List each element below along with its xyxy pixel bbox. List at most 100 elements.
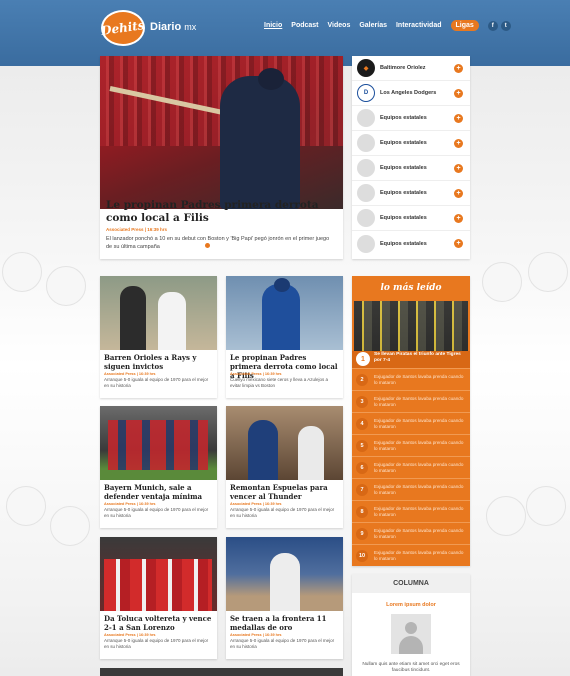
- most-read-image[interactable]: [354, 301, 468, 351]
- news-card[interactable]: Le propinan Padres primera derrota como …: [226, 276, 343, 398]
- author-avatar: [391, 614, 431, 654]
- team-placeholder-logo: [357, 134, 375, 152]
- nav-ligas[interactable]: Ligas: [450, 20, 479, 31]
- baseball-decoration: [482, 262, 522, 302]
- team-item[interactable]: Equipos estatales +: [352, 206, 470, 231]
- news-summary: Arranque 5-0 iguala al equipo de 1970 pa…: [230, 507, 335, 518]
- news-summary: Arranque 5-0 iguala al equipo de 1970 pa…: [230, 638, 335, 649]
- nav-podcast[interactable]: Podcast: [291, 22, 318, 29]
- most-read-title: lo más leído: [380, 283, 442, 293]
- partner-logo[interactable]: Diario mx: [150, 21, 196, 33]
- expand-icon[interactable]: +: [454, 213, 463, 223]
- news-thumbnail[interactable]: [100, 537, 217, 611]
- news-card[interactable]: Da Toluca voltereta y vence 2-1 a San Lo…: [100, 537, 217, 659]
- most-read-item[interactable]: 5 Exjugador de Santos lavaba prenda cuan…: [352, 434, 470, 456]
- most-read-headline: Exjugador de Santos lavaba prenda cuando…: [374, 418, 464, 429]
- most-read-headline: Exjugador de Santos lavaba prenda cuando…: [374, 374, 464, 385]
- team-placeholder-logo: [357, 234, 375, 253]
- team-name: Baltimore Oriolez: [380, 65, 426, 71]
- news-title[interactable]: Remontan Espuelas para vencer al Thunder: [230, 483, 340, 501]
- news-card[interactable]: Bayern Munich, sale a defender ventaja m…: [100, 406, 217, 528]
- news-thumbnail[interactable]: [100, 406, 217, 480]
- partner-name: Diario: [150, 21, 182, 33]
- nav-inicio[interactable]: Inicio: [264, 22, 282, 29]
- most-read-item-top[interactable]: 1 Se llevan Piratas el triunfo ante Tigr…: [352, 351, 470, 368]
- team-name: Equipos estatales: [380, 165, 427, 171]
- featured-author: Associated Press: [106, 227, 144, 232]
- team-item[interactable]: Equipos estatales +: [352, 106, 470, 131]
- baseball-decoration: [6, 486, 46, 526]
- player-figure: [220, 76, 300, 209]
- news-summary: Arranque 5-0 iguala al equipo de 1970 pa…: [104, 507, 209, 518]
- team-item[interactable]: Equipos estatales +: [352, 181, 470, 206]
- player-helmet: [258, 68, 284, 90]
- most-read-headline: Exjugador de Santos lavaba prenda cuando…: [374, 528, 464, 539]
- expand-icon[interactable]: +: [454, 138, 463, 148]
- rank-badge: 8: [356, 506, 368, 518]
- expand-icon[interactable]: +: [454, 63, 463, 73]
- team-placeholder-logo: [357, 159, 375, 177]
- news-title[interactable]: Bayern Munich, sale a defender ventaja m…: [104, 483, 214, 501]
- news-byline: Associated Press | 16:39 hrs: [104, 633, 156, 637]
- news-thumbnail[interactable]: [226, 537, 343, 611]
- featured-story[interactable]: Le propinan Padres primera derrota como …: [100, 56, 343, 259]
- most-read-item[interactable]: 10 Exjugador de Santos lavaba prenda cua…: [352, 544, 470, 566]
- most-read-item[interactable]: 9 Exjugador de Santos lavaba prenda cuan…: [352, 522, 470, 544]
- baseball-decoration: [526, 486, 566, 526]
- news-title[interactable]: Se traen a la frontera 11 medallas de or…: [230, 614, 340, 632]
- news-card[interactable]: Se traen a la frontera 11 medallas de or…: [226, 537, 343, 659]
- expand-icon[interactable]: +: [454, 113, 463, 123]
- rank-badge: 10: [356, 550, 368, 562]
- featured-title[interactable]: Le propinan Padres primera derrota como …: [106, 199, 336, 225]
- most-read-headline: Exjugador de Santos lavaba prenda cuando…: [374, 462, 464, 473]
- featured-image[interactable]: [100, 56, 343, 209]
- team-item[interactable]: Equipos estatales +: [352, 231, 470, 256]
- team-item[interactable]: Equipos estatales +: [352, 156, 470, 181]
- teams-sidebar: ◆ Baltimore Oriolez + D Los Angeles Dodg…: [352, 56, 470, 259]
- columna-heading: COLUMNA: [352, 574, 470, 593]
- main-nav: Inicio Podcast Videos Galerías Interacti…: [264, 20, 511, 31]
- news-thumbnail[interactable]: [226, 276, 343, 350]
- most-read-headline: Se llevan Piratas el triunfo ante Tigres…: [374, 352, 461, 363]
- team-item[interactable]: D Los Angeles Dodgers +: [352, 81, 470, 106]
- partner-suffix: mx: [184, 22, 197, 32]
- news-thumbnail[interactable]: [100, 276, 217, 350]
- featured-byline: Associated Press | 16:39 hrs: [106, 227, 168, 232]
- avatar-head: [405, 622, 417, 634]
- expand-icon[interactable]: +: [454, 163, 463, 173]
- team-placeholder-logo: [357, 184, 375, 202]
- team-placeholder-logo: [357, 209, 375, 227]
- baseball-decoration: [486, 496, 526, 536]
- most-read-item[interactable]: 6 Exjugador de Santos lavaba prenda cuan…: [352, 456, 470, 478]
- most-read-item[interactable]: 3 Exjugador de Santos lavaba prenda cuan…: [352, 390, 470, 412]
- most-read-item[interactable]: 7 Exjugador de Santos lavaba prenda cuan…: [352, 478, 470, 500]
- most-read-item[interactable]: 2 Exjugador de Santos lavaba prenda cuan…: [352, 368, 470, 390]
- expand-icon[interactable]: +: [454, 239, 463, 248]
- nav-interactividad[interactable]: Interactividad: [396, 22, 442, 29]
- site-logo[interactable]: Dehits: [100, 10, 146, 46]
- news-summary: Arranque 5-0 iguala al equipo de 1970 pa…: [104, 377, 209, 388]
- news-title[interactable]: Da Toluca voltereta y vence 2-1 a San Lo…: [104, 614, 214, 632]
- nav-galerias[interactable]: Galerías: [359, 22, 387, 29]
- avatar-body: [399, 636, 423, 654]
- team-item[interactable]: Equipos estatales +: [352, 131, 470, 156]
- team-item[interactable]: ◆ Baltimore Oriolez +: [352, 56, 470, 81]
- most-read-item[interactable]: 4 Exjugador de Santos lavaba prenda cuan…: [352, 412, 470, 434]
- news-card[interactable]: Remontan Espuelas para vencer al Thunder…: [226, 406, 343, 528]
- expand-icon[interactable]: +: [454, 88, 463, 98]
- logo-text: Dehits: [100, 18, 146, 38]
- rank-badge: 7: [356, 484, 368, 496]
- news-title[interactable]: Barren Orioles a Rays y siguen invictos: [104, 353, 214, 371]
- rank-badge: 6: [356, 462, 368, 474]
- facebook-icon[interactable]: f: [487, 20, 498, 31]
- team-placeholder-logo: [357, 109, 375, 127]
- nav-videos[interactable]: Videos: [328, 22, 351, 29]
- twitter-icon[interactable]: t: [500, 20, 511, 31]
- most-read-item[interactable]: 8 Exjugador de Santos lavaba prenda cuan…: [352, 500, 470, 522]
- dodgers-logo: D: [357, 84, 375, 102]
- columna-subtitle[interactable]: Lorem ipsum dolor: [352, 602, 470, 608]
- expand-icon[interactable]: +: [454, 188, 463, 198]
- news-thumbnail[interactable]: [226, 406, 343, 480]
- team-name: Equipos estatales: [380, 115, 427, 121]
- news-card[interactable]: Barren Orioles a Rays y siguen invictos …: [100, 276, 217, 398]
